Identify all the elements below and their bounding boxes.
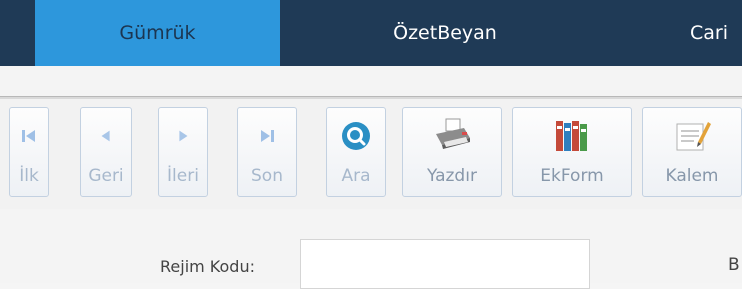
previous-record-label: Geri [88, 166, 124, 186]
ekform-label: EkForm [540, 166, 604, 186]
print-label: Yazdır [427, 166, 477, 186]
partial-field-label: B [728, 255, 740, 275]
search-label: Ara [341, 166, 371, 186]
last-icon [238, 118, 296, 154]
next-icon [159, 118, 207, 154]
search-icon [327, 118, 385, 154]
tab-cari-label: Cari [690, 22, 728, 44]
tab-gumruk[interactable]: Gümrük [35, 0, 280, 66]
tab-content-header [0, 66, 742, 97]
tab-cari[interactable]: Cari [690, 0, 742, 66]
next-record-button[interactable]: İleri [158, 107, 208, 197]
top-tab-bar: Gümrük ÖzetBeyan Cari [0, 0, 742, 66]
first-record-button[interactable]: İlk [9, 107, 49, 197]
notepad-icon [643, 118, 741, 154]
first-icon [10, 118, 48, 154]
last-record-label: Son [251, 166, 283, 186]
next-record-label: İleri [167, 166, 199, 186]
previous-icon [81, 118, 131, 154]
first-record-label: İlk [19, 166, 39, 186]
rejim-kodu-input[interactable] [300, 239, 590, 289]
declaration-form: Rejim Kodu: B [0, 209, 742, 289]
tab-gumruk-label: Gümrük [119, 22, 196, 44]
printer-icon [403, 118, 501, 154]
print-button[interactable]: Yazdır [402, 107, 502, 197]
record-toolbar: İlk Geri İleri Son Ara Yazdır EkForm Kal… [0, 99, 742, 209]
kalem-button[interactable]: Kalem [642, 107, 742, 197]
last-record-button[interactable]: Son [237, 107, 297, 197]
previous-record-button[interactable]: Geri [80, 107, 132, 197]
tab-ozetbeyan-label: ÖzetBeyan [393, 22, 497, 44]
ekform-button[interactable]: EkForm [512, 107, 632, 197]
search-button[interactable]: Ara [326, 107, 386, 197]
binders-icon [513, 118, 631, 154]
rejim-kodu-label: Rejim Kodu: [160, 257, 255, 276]
tab-ozetbeyan[interactable]: ÖzetBeyan [330, 0, 560, 66]
kalem-label: Kalem [665, 166, 719, 186]
